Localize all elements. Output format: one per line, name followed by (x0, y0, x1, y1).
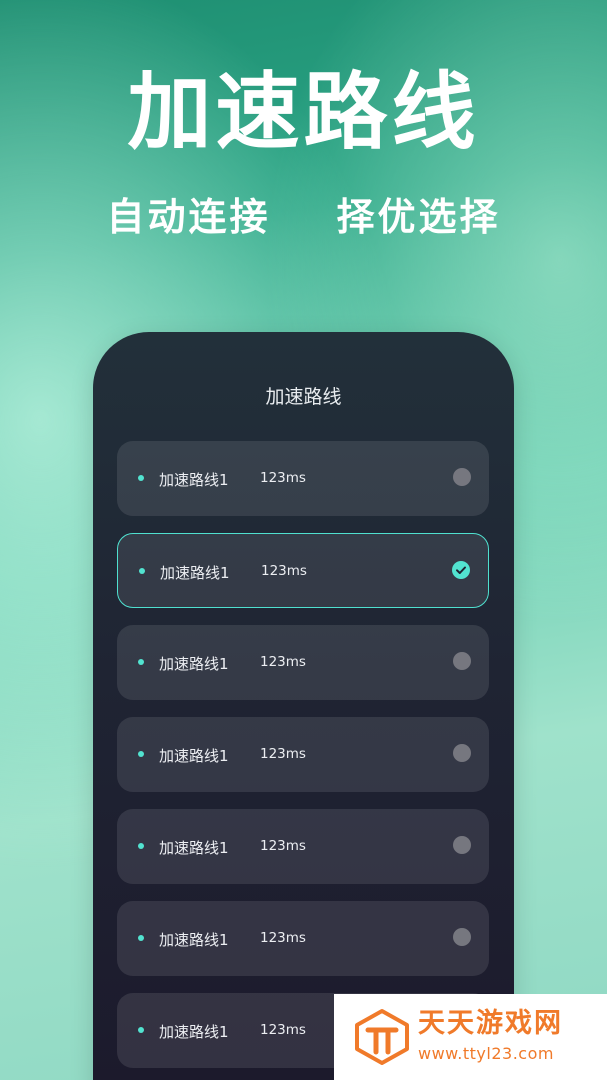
route-latency: 123ms (260, 838, 306, 854)
radio-unselected-icon[interactable] (453, 928, 471, 946)
bullet-dot (138, 1027, 144, 1033)
subline: 自动连接 择优选择 (0, 198, 607, 236)
route-item-selected[interactable]: 加速路线1 123ms (117, 533, 489, 608)
route-name: 加速路线1 (159, 471, 229, 489)
watermark-url: www.ttyl23.com (418, 1044, 554, 1063)
phone-mockup: 加速路线 加速路线1 123ms 加速路线1 123ms 加速路线1 123ms… (93, 332, 514, 1080)
route-name: 加速路线1 (159, 1023, 229, 1041)
route-latency: 123ms (260, 470, 306, 486)
route-item[interactable]: 加速路线1 123ms (117, 441, 489, 516)
route-name: 加速路线1 (160, 564, 230, 582)
radio-unselected-icon[interactable] (453, 744, 471, 762)
watermark: 天天游戏网 www.ttyl23.com (334, 994, 607, 1080)
bullet-dot (139, 568, 145, 574)
bullet-dot (138, 935, 144, 941)
watermark-title: 天天游戏网 (418, 1008, 563, 1039)
route-item[interactable]: 加速路线1 123ms (117, 809, 489, 884)
subline-right: 择优选择 (336, 195, 501, 239)
screen-title: 加速路线 (265, 386, 342, 408)
bullet-dot (138, 475, 144, 481)
route-name: 加速路线1 (159, 839, 229, 857)
route-latency: 123ms (260, 1022, 306, 1038)
route-latency: 123ms (261, 563, 307, 579)
route-item[interactable]: 加速路线1 123ms (117, 717, 489, 792)
route-item[interactable]: 加速路线1 123ms (117, 901, 489, 976)
tt-logo-icon (352, 1008, 412, 1066)
route-name: 加速路线1 (159, 747, 229, 765)
route-name: 加速路线1 (159, 655, 229, 673)
radio-unselected-icon[interactable] (453, 652, 471, 670)
headline: 加速路线 (127, 63, 480, 161)
route-latency: 123ms (260, 746, 306, 762)
bullet-dot (138, 659, 144, 665)
bullet-dot (138, 751, 144, 757)
route-item[interactable]: 加速路线1 123ms (117, 625, 489, 700)
route-latency: 123ms (260, 930, 306, 946)
check-icon[interactable] (452, 561, 470, 579)
bullet-dot (138, 843, 144, 849)
subline-left: 自动连接 (106, 195, 271, 239)
route-name: 加速路线1 (159, 931, 229, 949)
route-latency: 123ms (260, 654, 306, 670)
radio-unselected-icon[interactable] (453, 836, 471, 854)
radio-unselected-icon[interactable] (453, 468, 471, 486)
